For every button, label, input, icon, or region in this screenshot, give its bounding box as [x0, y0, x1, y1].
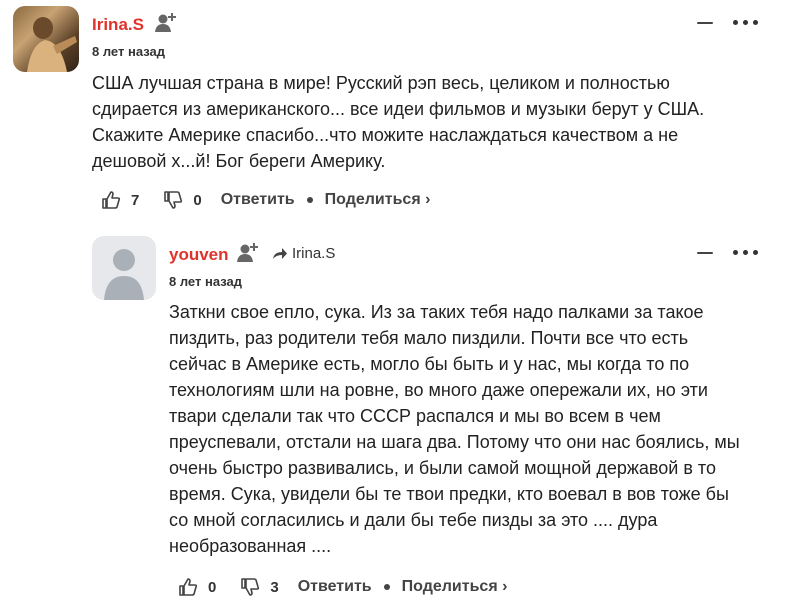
author-name[interactable]: youven	[169, 245, 229, 265]
avatar-photo-icon	[27, 17, 77, 72]
more-options-icon[interactable]	[733, 250, 758, 255]
thumbs-down-icon[interactable]	[240, 577, 260, 597]
comment-text: США лучшая страна в мире! Русский рэп ве…	[92, 73, 705, 171]
add-user-icon[interactable]	[155, 11, 177, 33]
default-avatar-icon	[104, 249, 144, 300]
timestamp: 8 лет назад	[169, 274, 242, 289]
like-count: 7	[131, 191, 140, 209]
collapse-icon[interactable]	[697, 252, 713, 254]
dislike-count: 3	[270, 578, 279, 596]
thumbs-down-icon[interactable]	[163, 190, 183, 210]
author-name[interactable]: Irina.S	[92, 15, 144, 35]
thumbs-up-icon[interactable]	[101, 190, 121, 210]
like-count: 0	[208, 578, 217, 596]
collapse-icon[interactable]	[697, 22, 713, 24]
separator-dot	[306, 197, 313, 203]
comment-actions: 7 0 Ответить Поделиться ›	[101, 190, 430, 210]
share-button[interactable]: Поделиться ›	[325, 191, 431, 209]
reply-to-name[interactable]: Irina.S	[292, 245, 335, 262]
thumbs-up-icon[interactable]	[178, 577, 198, 597]
reply-button[interactable]: Ответить	[221, 191, 295, 209]
reply-to[interactable]: Irina.S	[272, 245, 335, 262]
timestamp: 8 лет назад	[92, 44, 165, 59]
add-user-icon[interactable]	[237, 241, 259, 263]
reply-button[interactable]: Ответить	[298, 578, 372, 596]
dislike-count: 0	[193, 191, 202, 209]
avatar[interactable]	[13, 6, 79, 72]
comment-actions: 0 3 Ответить Поделиться ›	[178, 577, 507, 597]
reply-arrow-icon	[273, 247, 287, 259]
separator-dot	[383, 584, 390, 590]
more-options-icon[interactable]	[733, 20, 758, 25]
comment-text: Заткни свое епло, сука. Из за таких тебя…	[169, 302, 740, 556]
share-button[interactable]: Поделиться ›	[402, 578, 508, 596]
avatar[interactable]	[92, 236, 156, 300]
